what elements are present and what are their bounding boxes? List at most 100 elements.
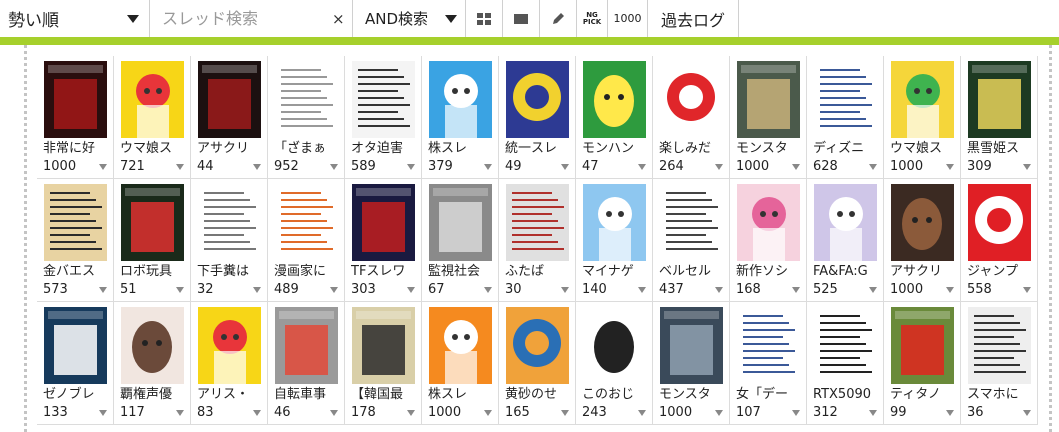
thread-menu-icon[interactable]	[561, 410, 569, 416]
thread-thumbnail[interactable]	[660, 61, 723, 138]
thread-cell[interactable]: 楽しみだ 264	[653, 56, 730, 179]
thread-cell[interactable]: アサクリ 1000	[884, 179, 961, 302]
thread-title[interactable]: 非常に好	[43, 140, 113, 157]
thread-menu-icon[interactable]	[869, 287, 877, 293]
thread-menu-icon[interactable]	[407, 287, 415, 293]
thread-thumbnail[interactable]	[968, 307, 1031, 384]
thread-cell[interactable]: マイナゲ 140	[576, 179, 653, 302]
thread-thumbnail[interactable]	[198, 184, 261, 261]
thread-cell[interactable]: ウマ娘ス 721	[114, 56, 191, 179]
thread-thumbnail[interactable]	[44, 61, 107, 138]
thread-cell[interactable]: モンスタ 1000	[730, 56, 807, 179]
thread-thumbnail[interactable]	[814, 307, 877, 384]
thread-cell[interactable]: ふたば 30	[499, 179, 576, 302]
thread-title[interactable]: ウマ娘ス	[120, 140, 190, 157]
thread-cell[interactable]: ロボ玩具 51	[114, 179, 191, 302]
thread-cell[interactable]: 非常に好 1000	[37, 56, 114, 179]
thread-title[interactable]: 統一スレ	[505, 140, 575, 157]
thread-menu-icon[interactable]	[869, 164, 877, 170]
thread-menu-icon[interactable]	[99, 287, 107, 293]
thread-thumbnail[interactable]	[352, 307, 415, 384]
thread-thumbnail[interactable]	[44, 307, 107, 384]
thread-menu-icon[interactable]	[561, 287, 569, 293]
thread-cell[interactable]: 株スレ 1000	[422, 302, 499, 425]
thread-cell[interactable]: スマホに 36	[961, 302, 1038, 425]
thread-thumbnail[interactable]	[583, 184, 646, 261]
thread-thumbnail[interactable]	[814, 184, 877, 261]
thread-title[interactable]: 株スレ	[428, 386, 498, 403]
thread-menu-icon[interactable]	[407, 410, 415, 416]
thread-cell[interactable]: 黄砂のせ 165	[499, 302, 576, 425]
thread-title[interactable]: RTX5090	[813, 386, 883, 403]
thread-cell[interactable]: 「ざまぁ 952	[268, 56, 345, 179]
thread-menu-icon[interactable]	[330, 287, 338, 293]
thread-menu-icon[interactable]	[869, 410, 877, 416]
thread-menu-icon[interactable]	[715, 410, 723, 416]
thread-menu-icon[interactable]	[176, 410, 184, 416]
thread-cell[interactable]: ベルセル 437	[653, 179, 730, 302]
thread-thumbnail[interactable]	[583, 61, 646, 138]
thread-title[interactable]: TFスレワ	[351, 263, 421, 280]
search-input[interactable]	[162, 9, 332, 28]
thread-thumbnail[interactable]	[275, 61, 338, 138]
single-view-button[interactable]	[503, 0, 540, 37]
thread-thumbnail[interactable]	[814, 61, 877, 138]
thread-menu-icon[interactable]	[946, 287, 954, 293]
thread-menu-icon[interactable]	[330, 410, 338, 416]
thread-thumbnail[interactable]	[198, 307, 261, 384]
thread-menu-icon[interactable]	[253, 410, 261, 416]
thread-title[interactable]: アサクリ	[197, 140, 267, 157]
thread-thumbnail[interactable]	[275, 307, 338, 384]
ng-pick-button[interactable]: NG PICK	[577, 0, 608, 37]
thread-menu-icon[interactable]	[407, 164, 415, 170]
thread-title[interactable]: 自転車事	[274, 386, 344, 403]
thread-menu-icon[interactable]	[253, 164, 261, 170]
thread-cell[interactable]: ゼノブレ 133	[37, 302, 114, 425]
thread-thumbnail[interactable]	[506, 184, 569, 261]
thread-cell[interactable]: 漫画家に 489	[268, 179, 345, 302]
thread-cell[interactable]: RTX5090 312	[807, 302, 884, 425]
thread-menu-icon[interactable]	[176, 287, 184, 293]
thread-cell[interactable]: 下手糞は 32	[191, 179, 268, 302]
thread-cell[interactable]: 【韓国最 178	[345, 302, 422, 425]
thread-cell[interactable]: 女「デー 107	[730, 302, 807, 425]
thread-cell[interactable]: 金バエス 573	[37, 179, 114, 302]
thread-title[interactable]: 金バエス	[43, 263, 113, 280]
thread-thumbnail[interactable]	[352, 61, 415, 138]
thread-thumbnail[interactable]	[121, 307, 184, 384]
thread-title[interactable]: 漫画家に	[274, 263, 344, 280]
past-log-button[interactable]: 過去ログ	[648, 0, 739, 37]
sort-select[interactable]: 勢い順	[0, 0, 150, 37]
thread-title[interactable]: ふたば	[505, 263, 575, 280]
clear-search-button[interactable]: ×	[332, 10, 345, 28]
count-filter-button[interactable]: 1000	[608, 0, 648, 37]
thread-title[interactable]: ロボ玩具	[120, 263, 190, 280]
thread-thumbnail[interactable]	[891, 184, 954, 261]
thread-title[interactable]: モンハン	[582, 140, 652, 157]
thread-thumbnail[interactable]	[660, 307, 723, 384]
thread-title[interactable]: 【韓国最	[351, 386, 421, 403]
thread-cell[interactable]: モンハン 47	[576, 56, 653, 179]
thread-thumbnail[interactable]	[506, 61, 569, 138]
thread-cell[interactable]: 自転車事 46	[268, 302, 345, 425]
thread-menu-icon[interactable]	[638, 287, 646, 293]
grid-view-button[interactable]	[466, 0, 503, 37]
thread-menu-icon[interactable]	[946, 410, 954, 416]
thread-title[interactable]: FA&FA:G	[813, 263, 883, 280]
thread-cell[interactable]: オタ迫害 589	[345, 56, 422, 179]
thread-menu-icon[interactable]	[638, 164, 646, 170]
thread-thumbnail[interactable]	[968, 61, 1031, 138]
thread-cell[interactable]: アリス・ 83	[191, 302, 268, 425]
thread-menu-icon[interactable]	[715, 287, 723, 293]
thread-title[interactable]: 黄砂のせ	[505, 386, 575, 403]
thread-menu-icon[interactable]	[99, 410, 107, 416]
thread-menu-icon[interactable]	[484, 410, 492, 416]
thread-title[interactable]: このおじ	[582, 386, 652, 403]
thread-thumbnail[interactable]	[891, 307, 954, 384]
thread-thumbnail[interactable]	[275, 184, 338, 261]
thread-title[interactable]: オタ迫害	[351, 140, 421, 157]
thread-menu-icon[interactable]	[792, 410, 800, 416]
thread-cell[interactable]: FA&FA:G 525	[807, 179, 884, 302]
thread-menu-icon[interactable]	[561, 164, 569, 170]
thread-title[interactable]: 下手糞は	[197, 263, 267, 280]
